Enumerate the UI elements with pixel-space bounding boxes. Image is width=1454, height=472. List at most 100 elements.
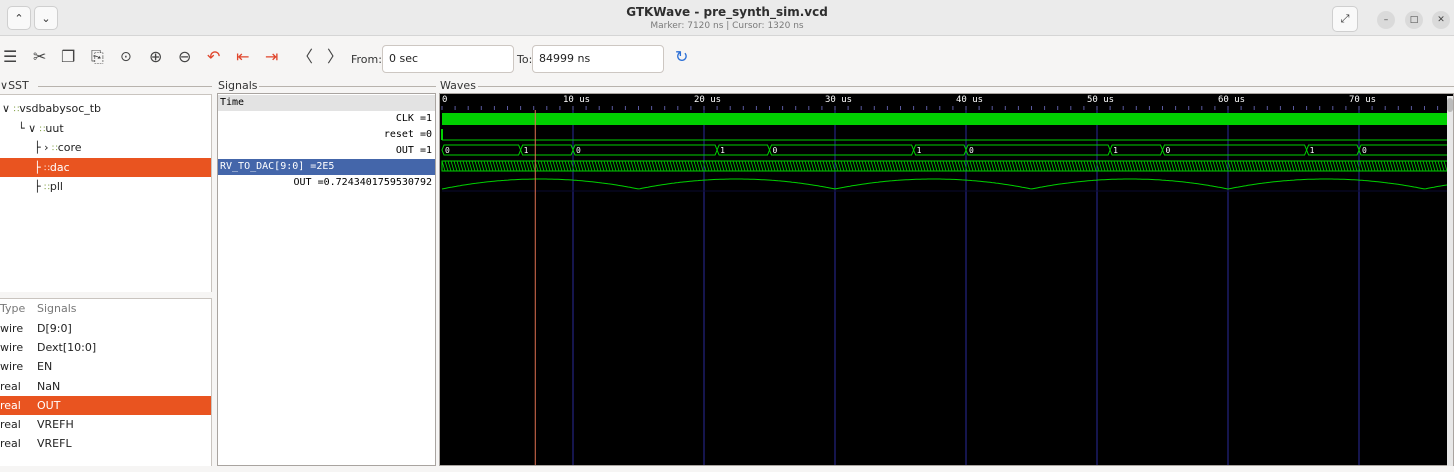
rv-to-dac-transition	[537, 160, 542, 172]
rv-to-dac-transition	[1239, 160, 1244, 172]
rv-to-dac-transition	[681, 160, 686, 172]
rv-to-dac-transition	[1188, 160, 1193, 172]
rv-to-dac-transition	[699, 160, 704, 172]
signal-row[interactable]: reset =0	[218, 127, 435, 143]
time-tick-label: 50 us	[1087, 95, 1114, 105]
signal-row[interactable]: OUT =1	[218, 143, 435, 159]
rv-to-dac-transition	[906, 160, 911, 172]
fullscreen-icon[interactable]: ⤢	[1332, 6, 1358, 32]
rv-to-dac-transition	[855, 160, 860, 172]
from-time-input[interactable]: 0 sec	[382, 45, 514, 73]
title-bar: ⌃ ⌄ GTKWave - pre_synth_sim.vcd Marker: …	[0, 0, 1454, 36]
rv-to-dac-transition	[1299, 160, 1304, 172]
signal-list-row[interactable]: wire D[9:0]	[0, 319, 211, 338]
rv-to-dac-transition	[1053, 160, 1058, 172]
rv-to-dac-transition	[849, 160, 854, 172]
tree-item-core[interactable]: ├ › ∷core	[0, 138, 211, 157]
rv-to-dac-transition	[456, 160, 461, 172]
tree-item-pll[interactable]: ├ ∷pll	[0, 177, 211, 196]
tree-item-uut[interactable]: └ ∨ ∷uut	[0, 119, 211, 138]
collapse-icon[interactable]: └ ∨	[18, 122, 40, 135]
signals-frame-line	[259, 86, 436, 87]
signal-list-row[interactable]: real VREFH	[0, 415, 211, 434]
rv-to-dac-transition	[618, 160, 623, 172]
waveform-area[interactable]: 0 10 us 20 us 30 us 40 us 50 us 60 us 70 us 0 1 0 1…	[439, 93, 1454, 466]
rv-to-dac-transition	[1386, 160, 1391, 172]
next-edge-icon[interactable]: 〉	[327, 48, 343, 66]
rv-to-dac-transition	[666, 160, 671, 172]
expand-icon[interactable]: ├ ›	[34, 141, 52, 154]
rv-to-dac-transition	[450, 160, 455, 172]
sst-label: ∨SST	[0, 79, 29, 92]
rv-to-dac-transition	[1233, 160, 1238, 172]
rv-to-dac-transition	[1074, 160, 1079, 172]
undo-zoom-icon[interactable]: ↶	[207, 48, 220, 66]
time-tick-label: 10 us	[563, 95, 590, 105]
zoom-to-start-icon[interactable]: ⇤	[236, 48, 249, 66]
rv-to-dac-transition	[744, 160, 749, 172]
previous-edge-icon[interactable]: 〈	[297, 48, 313, 66]
rv-to-dac-transition	[1392, 160, 1397, 172]
signal-type: real	[0, 418, 21, 431]
signal-list-row[interactable]: real VREFL	[0, 434, 211, 453]
sst-collapse-icon[interactable]: ∨	[0, 79, 8, 92]
tree-item-vsdbabysoc-tb[interactable]: ∨ ∷vsdbabysoc_tb	[0, 99, 211, 118]
out-bus-value: 0	[1362, 146, 1367, 155]
rv-to-dac-transition	[1050, 160, 1055, 172]
window-title: GTKWave - pre_synth_sim.vcd	[626, 5, 828, 19]
scrollbar-thumb[interactable]	[1447, 98, 1453, 112]
rv-to-dac-transition	[1161, 160, 1166, 172]
signal-list-row[interactable]: wire Dext[10:0]	[0, 338, 211, 357]
rv-to-dac-transition	[1218, 160, 1223, 172]
rv-to-dac-transition	[591, 160, 596, 172]
rv-to-dac-transition	[1083, 160, 1088, 172]
signals-header: Signals	[37, 302, 77, 315]
out-bus-segment	[965, 144, 1111, 156]
zoom-to-end-icon[interactable]: ⇥	[265, 48, 278, 66]
waveform-canvas[interactable]: 0 10 us 20 us 30 us 40 us 50 us 60 us 70 us 0 1 0 1…	[440, 94, 1454, 466]
out-bus-value: 1	[917, 146, 922, 155]
close-icon[interactable]: ✕	[1432, 11, 1450, 29]
rv-to-dac-transition	[1245, 160, 1250, 172]
signal-row[interactable]: RV_TO_DAC[9:0] =2E5	[218, 159, 435, 175]
minimize-icon[interactable]: –	[1377, 11, 1395, 29]
rv-to-dac-transition	[801, 160, 806, 172]
rv-to-dac-transition	[762, 160, 767, 172]
copy-icon[interactable]: ❐	[61, 48, 75, 66]
rv-to-dac-transition	[807, 160, 812, 172]
signal-list-row[interactable]: real NaN	[0, 377, 211, 396]
rv-to-dac-transition	[1080, 160, 1085, 172]
rv-to-dac-transition	[480, 160, 485, 172]
rv-to-dac-transition	[504, 160, 509, 172]
rv-to-dac-transition	[1077, 160, 1082, 172]
rv-to-dac-transition	[990, 160, 995, 172]
rv-to-dac-transition	[1011, 160, 1016, 172]
waves-scrollbar[interactable]	[1447, 96, 1453, 466]
rv-to-dac-transition	[837, 160, 842, 172]
zoom-fit-icon[interactable]: ⊙	[120, 48, 132, 66]
to-time-input[interactable]: 84999 ns	[532, 45, 664, 73]
rv-to-dac-transition	[804, 160, 809, 172]
paste-icon[interactable]: ⎘	[91, 48, 104, 66]
rv-to-dac-transition	[1272, 160, 1277, 172]
signal-list-row[interactable]: wire EN	[0, 357, 211, 376]
rv-to-dac-transition	[714, 160, 719, 172]
restore-icon[interactable]: □	[1405, 11, 1423, 29]
zoom-out-icon[interactable]: ⊖	[178, 48, 191, 66]
rv-to-dac-transition	[891, 160, 896, 172]
menu-icon[interactable]: ☰	[3, 48, 17, 66]
signal-row[interactable]: CLK =1	[218, 111, 435, 127]
signal-row[interactable]: OUT =0.7243401759530792	[218, 175, 435, 191]
cut-icon[interactable]: ✂	[33, 48, 46, 66]
tree-item-dac[interactable]: ├ ∷dac	[0, 157, 211, 177]
rv-to-dac-transition	[465, 160, 470, 172]
rv-to-dac-transition	[732, 160, 737, 172]
collapse-icon[interactable]: ∨	[2, 102, 14, 115]
reload-icon[interactable]: ↻	[675, 48, 688, 66]
rv-to-dac-transition	[615, 160, 620, 172]
zoom-in-icon[interactable]: ⊕	[149, 48, 162, 66]
rv-to-dac-transition	[1428, 160, 1433, 172]
rv-to-dac-transition	[1248, 160, 1253, 172]
signal-list-row[interactable]: real OUT	[0, 395, 211, 415]
rv-to-dac-transition	[1236, 160, 1241, 172]
